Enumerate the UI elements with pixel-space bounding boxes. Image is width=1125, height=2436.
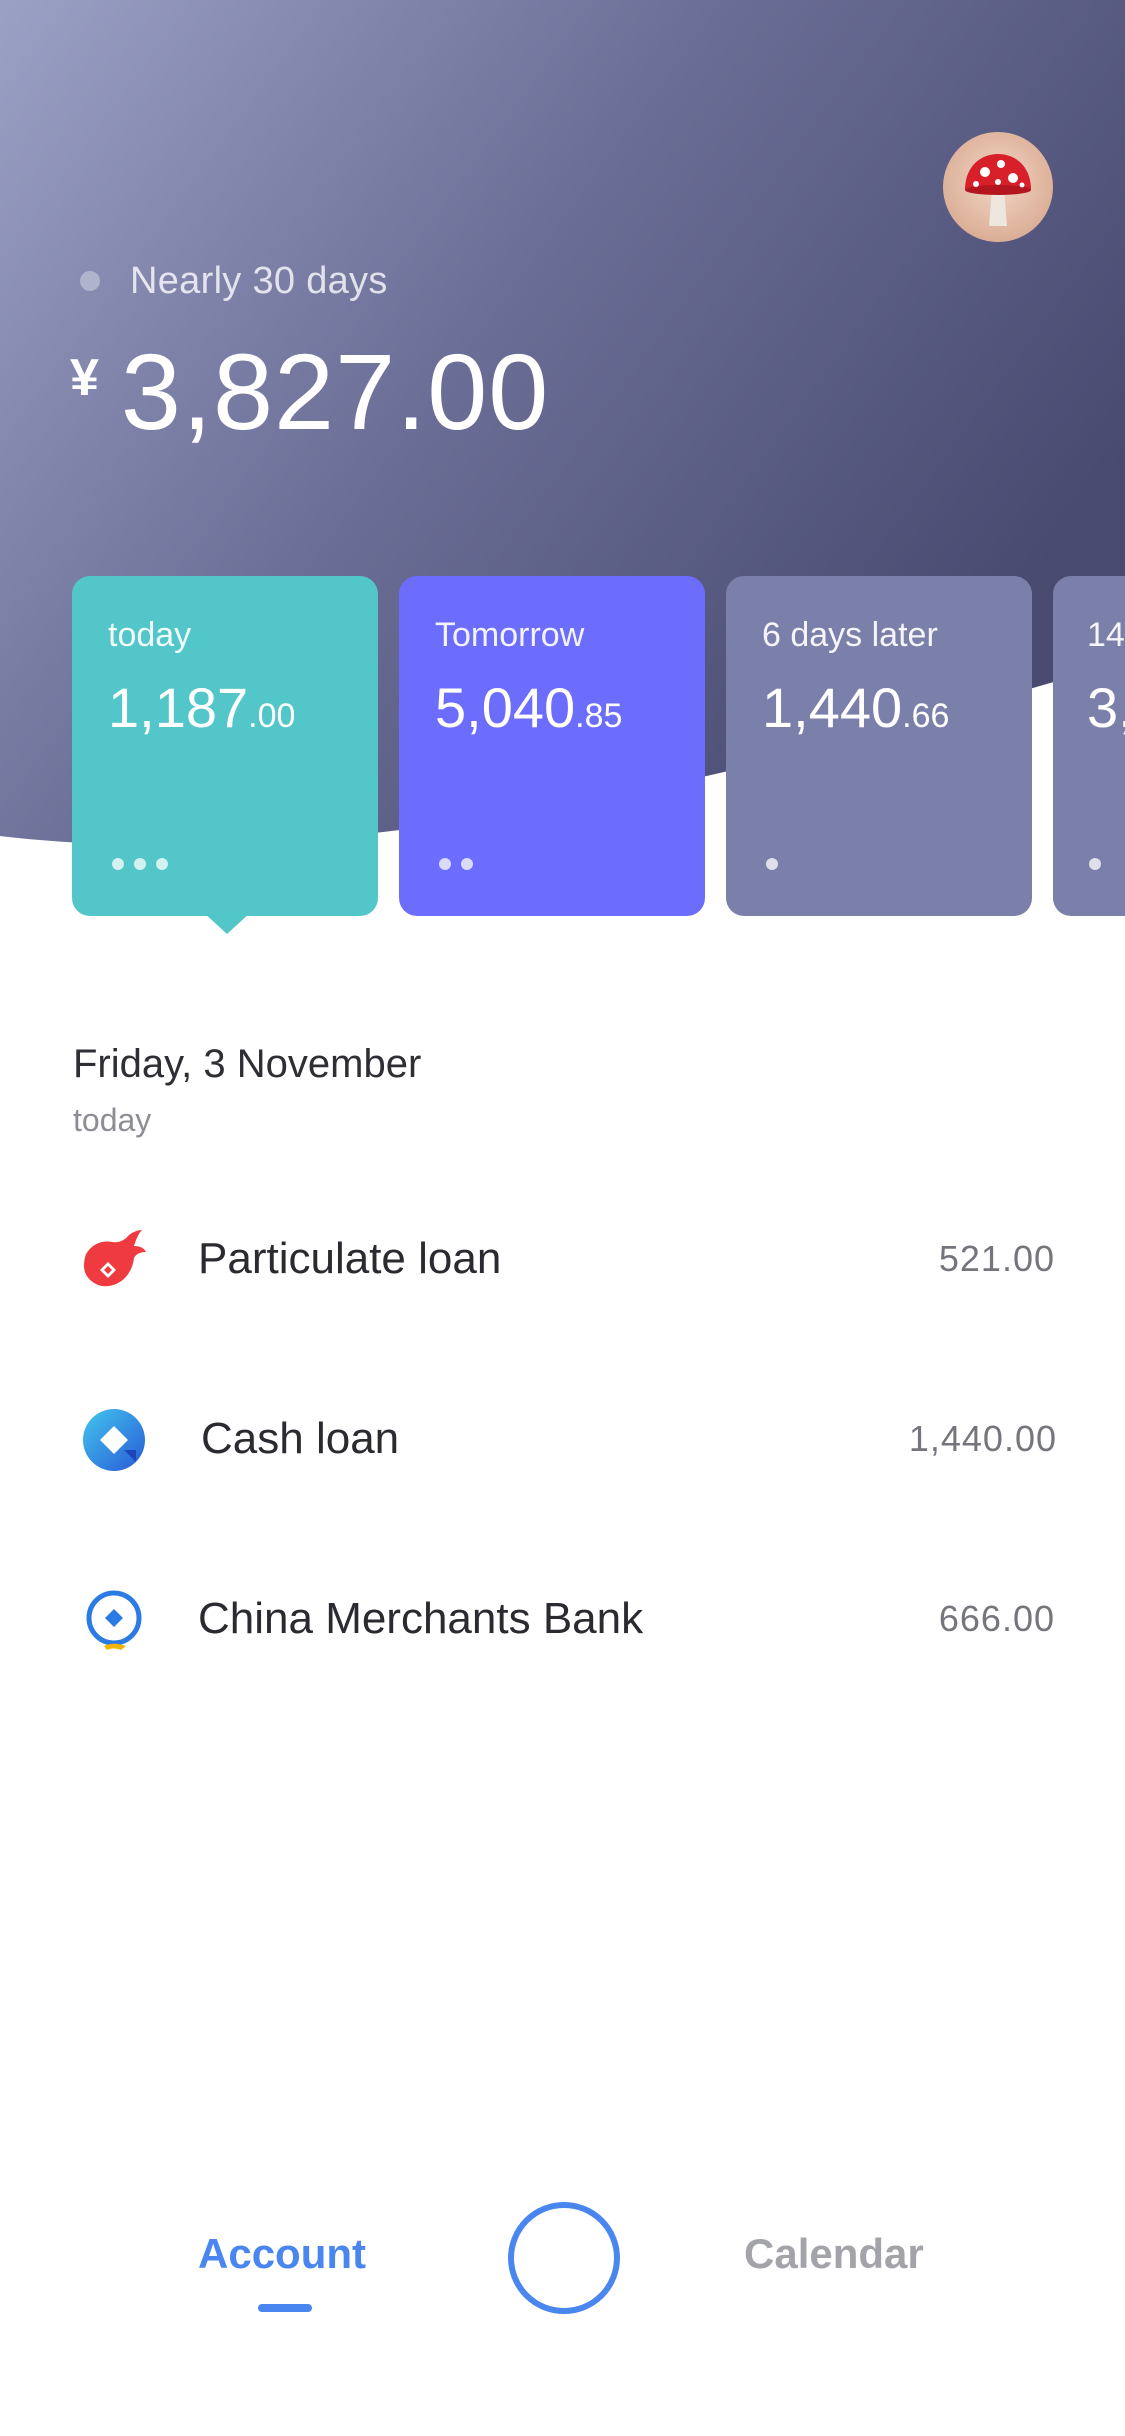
card-14-days-later[interactable]: 14 3, — [1053, 576, 1125, 916]
period-label: Nearly 30 days — [130, 259, 388, 302]
total-amount: 3,827.00 — [120, 331, 550, 452]
card-6-days-later[interactable]: 6 days later 1,440.66 — [726, 576, 1032, 916]
mushroom-avatar-icon — [965, 154, 1031, 226]
card-dots — [112, 858, 168, 870]
currency-symbol: ¥ — [70, 349, 99, 407]
card-dots — [439, 858, 473, 870]
date-subheading: today — [73, 1102, 152, 1138]
list-item-particulate-loan[interactable]: Particulate loan 521.00 — [70, 1204, 1055, 1314]
card-label: today — [108, 616, 192, 654]
particulate-loan-logo-icon — [78, 1226, 148, 1296]
card-today[interactable]: today 1,187.00 — [72, 576, 378, 934]
app-screen: Nearly 30 days ¥ 3,827.00 today 1,187.00… — [0, 0, 1125, 2436]
china-merchants-bank-logo-icon — [78, 1586, 148, 1656]
date-heading: Friday, 3 November — [73, 1042, 422, 1086]
list-item-cash-loan[interactable]: Cash loan 1,440.00 — [70, 1384, 1057, 1494]
card-label: Tomorrow — [435, 616, 585, 654]
period-selector[interactable]: Nearly 30 days — [80, 258, 388, 304]
cash-loan-logo-icon — [78, 1406, 148, 1476]
item-name: Particulate loan — [198, 1234, 502, 1283]
active-tab-indicator — [258, 2304, 312, 2312]
profile-avatar[interactable] — [943, 132, 1053, 242]
card-amount: 1,440.66 — [762, 676, 950, 739]
list-item-china-merchants-bank[interactable]: China Merchants Bank 666.00 — [70, 1564, 1055, 1674]
total-balance: ¥ 3,827.00 — [70, 330, 549, 454]
selected-card-pointer — [203, 912, 251, 934]
item-name: China Merchants Bank — [198, 1594, 644, 1643]
item-name: Cash loan — [201, 1414, 400, 1463]
card-dots — [1089, 858, 1101, 870]
period-dot-icon — [80, 271, 100, 291]
card-amount: 3, — [1087, 676, 1125, 739]
tab-calendar[interactable]: Calendar — [744, 2230, 924, 2278]
item-amount: 1,440.00 — [908, 1418, 1057, 1459]
item-amount: 521.00 — [938, 1238, 1055, 1279]
tab-account[interactable]: Account — [198, 2230, 366, 2278]
card-label: 14 — [1087, 616, 1125, 654]
card-label: 6 days later — [762, 616, 938, 654]
item-amount: 666.00 — [938, 1598, 1055, 1639]
card-tomorrow[interactable]: Tomorrow 5,040.85 — [399, 576, 705, 916]
card-amount: 5,040.85 — [435, 676, 623, 739]
card-dots — [766, 858, 778, 870]
card-amount: 1,187.00 — [108, 676, 296, 739]
add-button[interactable] — [508, 2202, 620, 2314]
